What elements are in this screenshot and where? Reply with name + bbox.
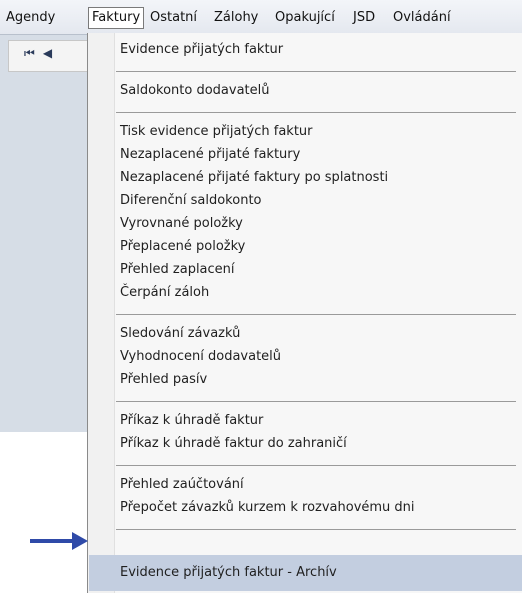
menu-item-evidence-archiv[interactable]: Evidence přijatých faktur - Archív — [120, 564, 337, 582]
menu-item-saldokonto-dodavatelu[interactable]: Saldokonto dodavatelů — [120, 82, 270, 100]
menu-separator — [116, 465, 516, 466]
menu-ostatni[interactable]: Ostatní — [150, 8, 197, 28]
menu-faktury[interactable]: Faktury — [88, 7, 145, 29]
menu-ovladani[interactable]: Ovládání — [393, 8, 451, 28]
menu-opakujici[interactable]: Opakující — [275, 8, 335, 28]
menu-item-sledovani-zavazku[interactable]: Sledování závazků — [120, 325, 240, 343]
menu-item-prehled-zauctovani[interactable]: Přehled zaúčtování — [120, 476, 244, 494]
menu-item-vyrovnane-polozky[interactable]: Vyrovnané položky — [120, 215, 243, 233]
menu-zalohy[interactable]: Zálohy — [214, 8, 258, 28]
menu-icon-gutter — [88, 33, 115, 593]
menu-item-nezaplacene-faktury[interactable]: Nezaplacené přijaté faktury — [120, 146, 300, 164]
menu-item-prikaz-k-uhrade-zahranici[interactable]: Příkaz k úhradě faktur do zahraničí — [120, 435, 347, 453]
menu-agendy[interactable]: Agendy — [6, 8, 55, 28]
menu-item-prepocet-zavazku[interactable]: Přepočet závazků kurzem k rozvahovému dn… — [120, 499, 415, 517]
menu-item-prikaz-k-uhrade[interactable]: Příkaz k úhradě faktur — [120, 412, 263, 430]
menu-separator — [116, 112, 516, 113]
menu-item-prehled-zaplaceni[interactable]: Přehled zaplacení — [120, 261, 235, 279]
menu-item-evidence-prijatych-faktur[interactable]: Evidence přijatých faktur — [120, 41, 283, 59]
menu-separator — [116, 529, 516, 530]
menu-item-preplacene-polozky[interactable]: Přeplacené položky — [120, 238, 245, 256]
menu-item-cerpani-zaloh[interactable]: Čerpání záloh — [120, 284, 209, 302]
background-blank-area — [0, 432, 100, 593]
menu-item-tisk-evidence[interactable]: Tisk evidence přijatých faktur — [120, 123, 313, 141]
menu-bar: Agendy Faktury Ostatní Zálohy Opakující … — [0, 0, 522, 35]
previous-record-icon[interactable]: ◀ — [43, 46, 60, 60]
pointer-arrow-icon — [30, 532, 88, 550]
first-record-icon[interactable]: ⏮ — [24, 46, 43, 60]
menu-item-diferencni-saldokonto[interactable]: Diferenční saldokonto — [120, 192, 262, 210]
faktury-dropdown-menu: Evidence přijatých faktur Saldokonto dod… — [87, 33, 522, 593]
menu-item-vyhodnoceni-dodavatelu[interactable]: Vyhodnocení dodavatelů — [120, 348, 281, 366]
menu-separator — [116, 314, 516, 315]
menu-item-prehled-pasiv[interactable]: Přehled pasív — [120, 371, 207, 389]
menu-separator — [116, 71, 516, 72]
menu-jsd[interactable]: JSD — [353, 8, 375, 28]
menu-separator — [116, 401, 516, 402]
record-navigation-buttons: ⏮◀ — [24, 46, 60, 61]
menu-item-nezaplacene-po-splatnosti[interactable]: Nezaplacené přijaté faktury po splatnost… — [120, 169, 388, 187]
